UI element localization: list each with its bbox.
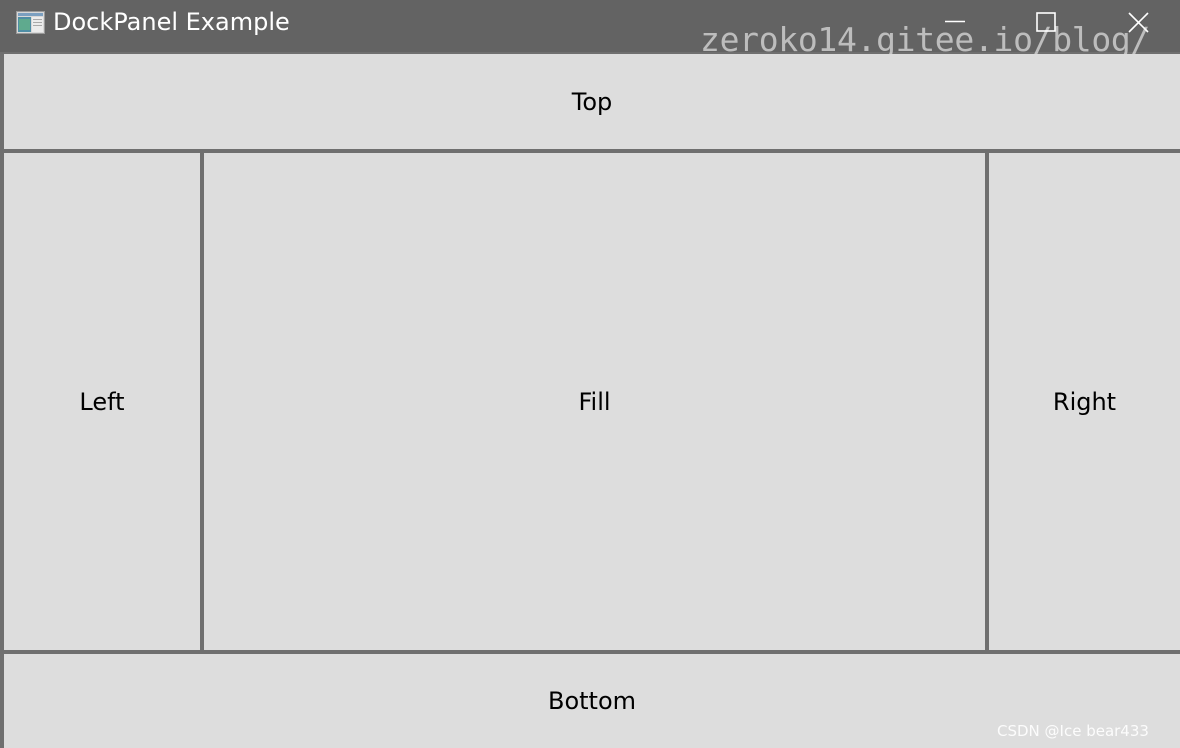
dock-panel-bottom: Bottom [4, 654, 1180, 748]
maximize-icon [1036, 12, 1056, 32]
application-icon [16, 11, 45, 34]
minimize-icon [945, 20, 965, 23]
dock-panel-top: Top [4, 54, 1180, 149]
title-bar[interactable]: DockPanel Example zeroko14.gitee.io/blog… [0, 0, 1180, 59]
dock-panel-top-label: Top [571, 87, 613, 116]
close-icon [1128, 12, 1149, 33]
dock-panel-fill: Fill [204, 153, 985, 650]
dock-panel-left: Left [4, 153, 200, 650]
application-window: DockPanel Example zeroko14.gitee.io/blog… [0, 0, 1180, 748]
window-title: DockPanel Example [53, 8, 290, 36]
close-button[interactable] [1092, 0, 1180, 46]
dock-panel-fill-label: Fill [578, 387, 611, 416]
maximize-button[interactable] [1000, 0, 1092, 46]
minimize-button[interactable] [909, 0, 1001, 46]
dock-panel-bottom-label: Bottom [547, 687, 637, 715]
dock-panel-right: Right [989, 153, 1180, 650]
dock-panel-right-label: Right [1052, 387, 1117, 416]
dock-panel-left-label: Left [79, 387, 125, 416]
